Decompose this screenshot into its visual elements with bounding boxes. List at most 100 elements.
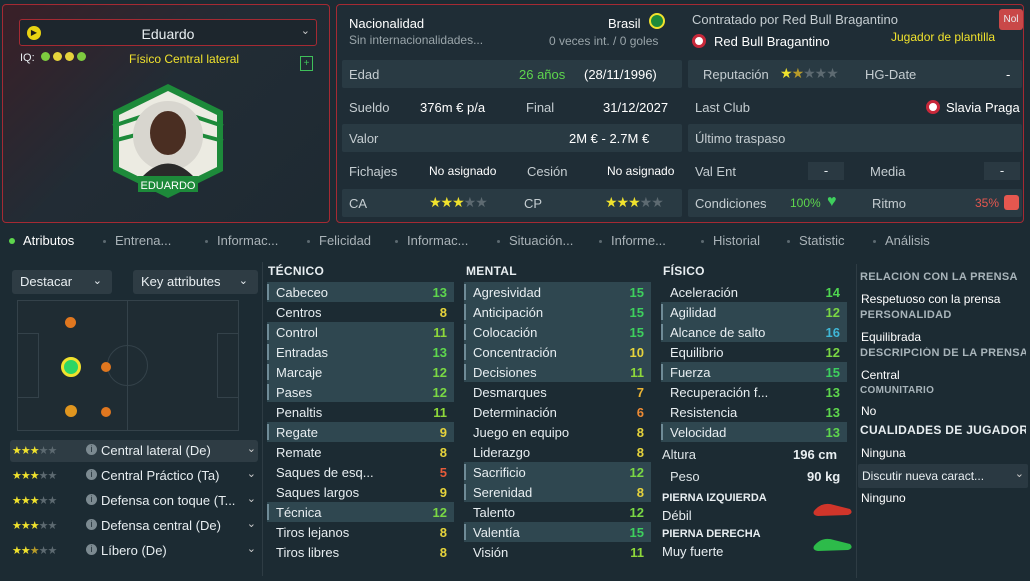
attribute-row[interactable]: Decisiones 11	[464, 362, 651, 382]
cp-label: CP	[524, 196, 543, 211]
player-name-box[interactable]: ▶ Eduardo ⌄	[19, 19, 317, 46]
attribute-row[interactable]: Regate 9	[267, 422, 454, 442]
role-label: Central Práctico (Ta)	[101, 468, 220, 483]
tab-analisis[interactable]: Análisis	[885, 233, 930, 248]
attribute-row[interactable]: Recuperación f... 13	[661, 382, 847, 402]
attribute-row[interactable]: Marcaje 12	[267, 362, 454, 382]
chevron-down-icon: ⌄	[92, 275, 102, 287]
highlight-dropdown[interactable]: Destacar ⌄	[12, 270, 112, 294]
role-row[interactable]: ★★★★★ i Central lateral (De) ⌄	[10, 440, 258, 462]
ca-label: CA	[349, 196, 368, 211]
attribute-name: Marcaje	[276, 365, 323, 380]
attribute-row[interactable]: Saques largos 9	[267, 482, 454, 502]
attribute-name: Concentración	[473, 345, 557, 360]
nationality-value[interactable]: Brasil	[608, 16, 641, 31]
attribute-row[interactable]: Técnica 12	[267, 502, 454, 522]
chevron-down-icon: ⌄	[238, 275, 248, 287]
attribute-name: Determinación	[473, 405, 557, 420]
role-row[interactable]: ★★★★★ i Defensa central (De) ⌄	[10, 515, 258, 537]
attribute-value: 6	[636, 405, 644, 420]
attribute-row[interactable]: Liderazgo 8	[464, 442, 651, 462]
attribute-row[interactable]: Anticipación 15	[464, 302, 651, 322]
attribute-row[interactable]: Remate 8	[267, 442, 454, 462]
tab-situacion[interactable]: Situación...	[509, 233, 573, 248]
clipboard-add-icon[interactable]: +	[300, 56, 313, 71]
attribute-row[interactable]: Entradas 13	[267, 342, 454, 362]
cond-label: Condiciones	[695, 196, 767, 211]
attribute-value: 8	[439, 525, 447, 540]
attribute-row[interactable]: Penaltis 11	[267, 402, 454, 422]
attribute-row[interactable]: Pases 12	[267, 382, 454, 402]
club-logo	[692, 34, 706, 48]
attribute-value: 8	[439, 445, 447, 460]
wage-value: 376m € p/a	[420, 100, 486, 115]
badge-name: EDUARDO	[140, 180, 195, 192]
discuss-trait-value: Ninguno	[861, 491, 906, 505]
attribute-row[interactable]: Aceleración 14	[661, 282, 847, 302]
chevron-down-icon: ⌄	[246, 493, 256, 505]
media-label: Media	[870, 164, 906, 179]
attribute-row[interactable]: Resistencia 13	[661, 402, 847, 422]
attribute-row[interactable]: Determinación 6	[464, 402, 651, 422]
left-foot-value: Débil	[662, 508, 692, 523]
attribute-row[interactable]: Talento 12	[464, 502, 651, 522]
squad-status: Jugador de plantilla	[891, 30, 996, 44]
valent-value: -	[808, 162, 844, 180]
key-attributes-dropdown[interactable]: Key attributes ⌄	[133, 270, 258, 294]
info-icon[interactable]: i	[86, 444, 97, 455]
info-icon[interactable]: i	[86, 494, 97, 505]
attribute-row[interactable]: Valentía 15	[464, 522, 651, 542]
attribute-name: Anticipación	[473, 305, 544, 320]
slavia-logo	[926, 100, 940, 114]
attribute-row[interactable]: Fuerza 15	[661, 362, 847, 382]
attribute-row[interactable]: Agresividad 15	[464, 282, 651, 302]
loan-label: Cesión	[527, 164, 568, 179]
tab-atributos[interactable]: Atributos	[23, 233, 74, 248]
attribute-row[interactable]: Agilidad 12	[661, 302, 847, 322]
tab-informacion-2[interactable]: Informac...	[407, 233, 468, 248]
nationality-label: Nacionalidad	[349, 16, 425, 31]
attribute-row[interactable]: Colocación 15	[464, 322, 651, 342]
attribute-row[interactable]: Tiros lejanos 8	[267, 522, 454, 542]
discuss-trait-dropdown[interactable]: Discutir nueva caract... ⌄	[858, 464, 1028, 488]
attribute-row[interactable]: Equilibrio 12	[661, 342, 847, 362]
attribute-row[interactable]: Control 11	[267, 322, 454, 342]
weight-label: Peso	[670, 469, 700, 484]
chevron-down-icon: ⌄	[246, 468, 256, 480]
attribute-row[interactable]: Cabeceo 13	[267, 282, 454, 302]
attribute-row[interactable]: Centros 8	[267, 302, 454, 322]
tab-informacion[interactable]: Informac...	[217, 233, 278, 248]
attribute-row[interactable]: Velocidad 13	[661, 422, 847, 442]
attribute-name: Tiros lejanos	[276, 525, 350, 540]
attribute-row[interactable]: Sacrificio 12	[464, 462, 651, 482]
tab-felicidad[interactable]: Felicidad	[319, 233, 371, 248]
tab-historial[interactable]: Historial	[713, 233, 760, 248]
attribute-row[interactable]: Concentración 10	[464, 342, 651, 362]
last-club-value[interactable]: Slavia Praga	[946, 100, 1020, 115]
info-icon[interactable]: i	[86, 469, 97, 480]
attribute-row[interactable]: Saques de esq... 5	[267, 462, 454, 482]
chevron-down-icon[interactable]: ⌄	[301, 24, 310, 37]
chevron-down-icon: ⌄	[246, 518, 256, 530]
tab-entrenamiento[interactable]: Entrena...	[115, 233, 171, 248]
tab-dot	[307, 240, 310, 243]
info-icon[interactable]: i	[86, 544, 97, 555]
role-row[interactable]: ★★★★★ i Defensa con toque (T... ⌄	[10, 490, 258, 512]
attribute-row[interactable]: Tiros libres 8	[267, 542, 454, 562]
tab-informe[interactable]: Informe...	[611, 233, 666, 248]
attribute-name: Colocación	[473, 325, 538, 340]
club-name[interactable]: Red Bull Bragantino	[714, 34, 830, 49]
role-row[interactable]: ★★★★★ i Líbero (De) ⌄	[10, 540, 258, 562]
attribute-row[interactable]: Juego en equipo 8	[464, 422, 651, 442]
attribute-row[interactable]: Desmarques 7	[464, 382, 651, 402]
tab-statistic[interactable]: Statistic	[799, 233, 845, 248]
press-desc-label: DESCRIPCIÓN DE LA PRENSA	[860, 347, 1026, 359]
attribute-row[interactable]: Alcance de salto 16	[661, 322, 847, 342]
info-icon[interactable]: i	[86, 519, 97, 530]
role-row[interactable]: ★★★★★ i Central Práctico (Ta) ⌄	[10, 465, 258, 487]
attribute-row[interactable]: Serenidad 8	[464, 482, 651, 502]
transfer-label: Último traspaso	[695, 131, 786, 146]
attribute-row[interactable]: Visión 11	[464, 542, 651, 562]
attribute-name: Recuperación f...	[670, 385, 769, 400]
community-value: No	[861, 404, 877, 418]
